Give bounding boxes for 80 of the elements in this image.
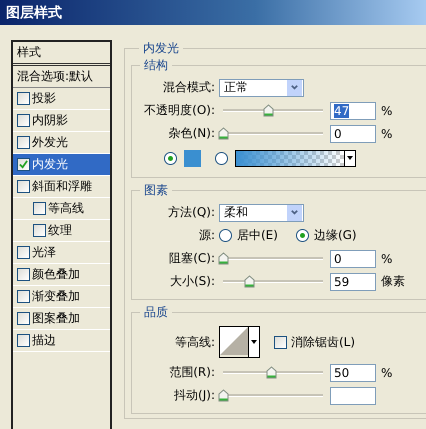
item-label: 投影 bbox=[32, 90, 56, 107]
sidebar-item[interactable]: 光泽 bbox=[13, 242, 110, 264]
number-field[interactable]: 0 bbox=[330, 124, 376, 142]
slider-thumb[interactable] bbox=[263, 104, 274, 117]
window-title: 图层样式 bbox=[6, 4, 62, 22]
checkbox[interactable] bbox=[17, 290, 30, 303]
sidebar-item[interactable]: 纹理 bbox=[13, 220, 110, 242]
sidebar-item[interactable]: 内阴影 bbox=[13, 110, 110, 132]
item-label: 斜面和浮雕 bbox=[32, 178, 92, 195]
slider-thumb[interactable] bbox=[218, 252, 229, 265]
field-label: 源: bbox=[198, 227, 216, 244]
field-label: 范围(R): bbox=[168, 364, 216, 381]
section-title: 结构 bbox=[143, 57, 169, 74]
dropdown[interactable]: 正常 bbox=[219, 78, 304, 96]
checkbox-option[interactable]: 消除锯齿(L) bbox=[274, 334, 356, 350]
checkbox[interactable] bbox=[17, 92, 30, 105]
sidebar-item[interactable]: 图案叠加 bbox=[13, 308, 110, 330]
sidebar-item[interactable]: 投影 bbox=[13, 88, 110, 110]
checkbox[interactable] bbox=[33, 224, 46, 237]
checkbox[interactable] bbox=[17, 180, 30, 193]
dropdown[interactable]: 柔和 bbox=[219, 204, 304, 222]
sidebar-item[interactable]: 等高线 bbox=[13, 198, 110, 220]
sidebar-item[interactable]: 描边 bbox=[13, 330, 110, 352]
sidebar-item[interactable]: 渐变叠加 bbox=[13, 286, 110, 308]
radio-button[interactable] bbox=[215, 152, 228, 164]
field-label: 阻塞(C): bbox=[168, 250, 216, 267]
slider-thumb[interactable] bbox=[244, 275, 255, 288]
gradient-picker[interactable] bbox=[235, 150, 356, 166]
item-label: 颜色叠加 bbox=[32, 266, 80, 283]
checkbox[interactable] bbox=[17, 246, 30, 259]
list-header: 样式 bbox=[13, 42, 110, 66]
number-field[interactable]: 59 bbox=[330, 272, 376, 290]
radio-option[interactable]: 居中(E) bbox=[219, 227, 278, 244]
contour-picker[interactable] bbox=[219, 326, 260, 358]
item-label: 内发光 bbox=[32, 156, 68, 173]
section-title: 图素 bbox=[143, 182, 169, 199]
color-swatch[interactable] bbox=[184, 150, 201, 166]
section-title: 品质 bbox=[143, 304, 169, 321]
radio-button[interactable] bbox=[164, 152, 177, 164]
radio-option[interactable]: 边缘(G) bbox=[296, 227, 357, 244]
field-label: 杂色(N): bbox=[168, 125, 216, 142]
checkbox[interactable] bbox=[17, 312, 30, 325]
field-label: 大小(S): bbox=[168, 273, 216, 290]
item-label: 描边 bbox=[32, 332, 56, 349]
field-label: 等高线: bbox=[174, 334, 216, 350]
checkbox[interactable] bbox=[17, 136, 30, 149]
group-title: 内发光 bbox=[142, 40, 180, 57]
slider-thumb[interactable] bbox=[266, 366, 277, 379]
item-label: 渐变叠加 bbox=[32, 288, 80, 305]
field-label: 混合模式: bbox=[162, 79, 216, 96]
item-label: 图案叠加 bbox=[32, 310, 80, 327]
slider-thumb[interactable] bbox=[218, 389, 229, 402]
field-label: 方法(Q): bbox=[167, 204, 216, 221]
item-label: 外发光 bbox=[32, 134, 68, 151]
item-label: 纹理 bbox=[48, 222, 72, 239]
slider-thumb[interactable] bbox=[218, 127, 229, 140]
number-field[interactable]: 0 bbox=[330, 250, 376, 268]
checkbox[interactable] bbox=[17, 114, 30, 127]
contour-curve-icon bbox=[220, 327, 248, 355]
unit-label: % bbox=[380, 104, 392, 118]
sidebar-item[interactable]: 斜面和浮雕 bbox=[13, 176, 110, 198]
unit-label: % bbox=[380, 366, 392, 380]
number-field[interactable] bbox=[330, 386, 376, 404]
unit-label: 像素 bbox=[380, 273, 405, 290]
checkbox[interactable] bbox=[33, 202, 46, 215]
item-label: 等高线 bbox=[48, 200, 84, 217]
number-field[interactable]: 47 bbox=[330, 102, 376, 120]
unit-label: % bbox=[380, 252, 392, 266]
number-field[interactable]: 50 bbox=[330, 364, 376, 382]
sidebar-item[interactable]: 内发光 bbox=[13, 154, 110, 176]
field-label: 抖动(J): bbox=[173, 387, 216, 404]
item-label: 光泽 bbox=[32, 244, 56, 261]
sidebar-item[interactable]: 颜色叠加 bbox=[13, 264, 110, 286]
checkbox[interactable] bbox=[17, 158, 30, 171]
sidebar-item[interactable]: 混合选项:默认 bbox=[13, 66, 110, 88]
checkbox[interactable] bbox=[17, 334, 30, 347]
item-label: 内阴影 bbox=[32, 112, 68, 129]
field-label: 不透明度(O): bbox=[143, 102, 216, 119]
checkbox[interactable] bbox=[17, 268, 30, 281]
unit-label: % bbox=[380, 126, 392, 140]
